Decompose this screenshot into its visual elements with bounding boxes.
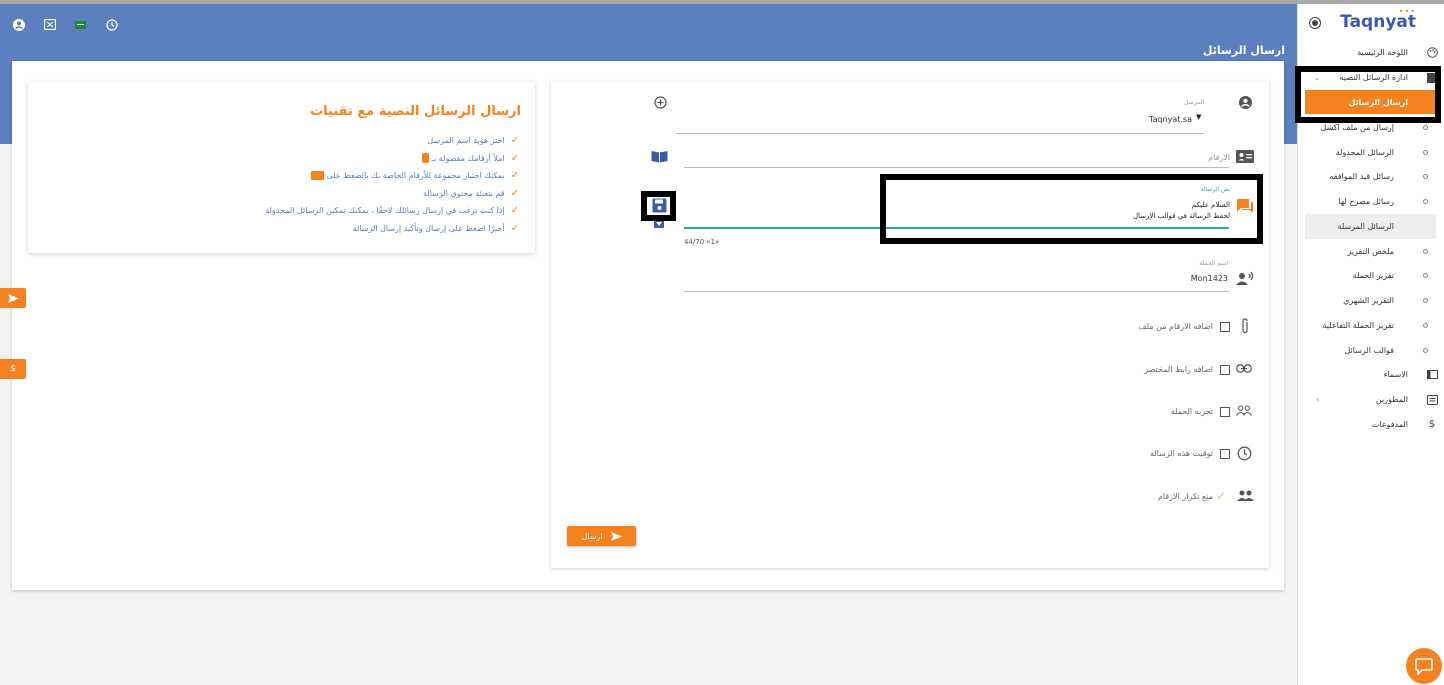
check-icon: ✓ (510, 187, 519, 199)
schedule-message-checkbox[interactable] (1220, 449, 1230, 459)
contacts-book-icon (1426, 369, 1438, 381)
check-icon: ✓ (510, 152, 519, 164)
chat-icon (1415, 657, 1433, 675)
add-short-link-checkbox[interactable] (1220, 365, 1230, 375)
sidebar-item-interactive-report[interactable]: تقرير الحملة التفاعلية (1298, 313, 1444, 338)
list-item: ✓ املأ أرقامك مفصولة بـ (265, 150, 519, 168)
paperclip-icon (1237, 318, 1253, 334)
group-icon (1236, 402, 1252, 418)
campaign-input[interactable]: Mon1423 (1150, 274, 1228, 283)
bullet-icon (1423, 174, 1428, 179)
sender-label: المرسل (1184, 99, 1204, 106)
sidebar-item-sent[interactable]: الرسائل المرسلة (1305, 214, 1436, 239)
sidebar-item-payments[interactable]: المدفوعات $ (1298, 412, 1444, 437)
send-icon (610, 531, 622, 541)
chevron-left-icon: ‹ (1316, 394, 1320, 405)
instructions-title: ارسال الرسائل النصية مع تقنيات (310, 104, 521, 119)
api-icon (1426, 394, 1438, 406)
add-from-file-checkbox[interactable] (1220, 322, 1230, 332)
highlight-box-message (880, 174, 1263, 244)
instructions-list: ✓ اختر هوية اسم المرسل ✓ املأ أرقامك مفصول… (265, 132, 519, 237)
link-icon (1236, 360, 1252, 376)
add-circle-icon[interactable] (652, 94, 668, 110)
bullet-icon (1423, 323, 1428, 328)
check-icon: ✓ (510, 170, 519, 182)
sidebar-item-approved[interactable]: رسائل مصرح لها (1298, 189, 1444, 214)
sidebar-item-pending[interactable]: رسائل قيد الموافقه (1298, 164, 1444, 189)
page-title: ارسال الرسائل (1202, 44, 1285, 57)
contacts-book-icon[interactable] (650, 148, 668, 164)
clock-icon (1236, 445, 1252, 461)
bullet-icon (1423, 249, 1428, 254)
send-icon (7, 293, 19, 303)
numbers-underline (684, 167, 1229, 168)
sidebar-item-dashboard[interactable]: اللوحة الرئيسية (1298, 40, 1444, 65)
check-icon: ✓ (510, 222, 519, 234)
char-counter: 44/70 ‎«1» (684, 238, 720, 246)
sidebar-item-templates[interactable]: قوالب الرسائل (1298, 338, 1444, 363)
contact-card-icon (1235, 148, 1255, 164)
record-voice-icon (1235, 270, 1255, 286)
sidebar-toggle-radio[interactable] (1312, 20, 1318, 26)
check-icon: ✓ (510, 205, 519, 217)
sidebar-item-scheduled[interactable]: الرسائل المجدولة (1298, 140, 1444, 165)
logo[interactable]: Taqnyat (1340, 12, 1416, 32)
dollar-icon: $ (1428, 419, 1436, 430)
sender-underline (676, 133, 1204, 134)
bullet-icon (1423, 273, 1428, 278)
sidebar-item-report-summary[interactable]: ملخص التقرير (1298, 239, 1444, 264)
list-item: ✓ قم بتعبئة محتوى الرسالة (423, 187, 519, 199)
sender-select[interactable]: Taqnyat.sa (1100, 115, 1192, 124)
phone-icon (421, 153, 429, 164)
people-icon (1236, 487, 1254, 503)
list-item: ✓ يمكنك اختيار مجموعة للأرقام الخاصة بك ب… (265, 167, 519, 185)
send-button-label: ارسال (581, 531, 603, 541)
user-icon[interactable] (12, 18, 25, 31)
dropdown-arrow-icon[interactable]: ▼ (1196, 113, 1201, 121)
instructions-card: ارسال الرسائل النصية مع تقنيات ✓ اختر هوي… (28, 82, 535, 253)
send-side-tab[interactable] (0, 288, 26, 308)
dollar-label: $ (10, 364, 16, 374)
add-short-link-label: اضافه رابط المختصر (1144, 365, 1213, 374)
check-icon: ✓ (510, 135, 519, 147)
bullet-icon (1423, 348, 1428, 353)
list-item: ✓ اختر هوية اسم المرسل (427, 135, 519, 147)
prevent-duplicates-check-icon[interactable]: ✓ (1216, 489, 1226, 503)
sidebar-item-monthly-report[interactable]: التقرير الشهري (1298, 288, 1444, 313)
sidebar-item-campaign-report[interactable]: تقرير الحملة (1298, 263, 1444, 288)
highlight-box-save (641, 191, 676, 221)
clock-icon[interactable] (105, 18, 118, 31)
contacts-book-icon (310, 171, 324, 181)
bullet-icon (1423, 298, 1428, 303)
schedule-message-label: توقيت هذه الرساله (1149, 449, 1213, 458)
highlight-box-sidebar (1295, 66, 1441, 123)
payments-side-tab[interactable]: $ (0, 359, 26, 379)
campaign-test-checkbox[interactable] (1220, 407, 1230, 417)
bullet-icon (1423, 125, 1428, 130)
bullet-icon (1423, 150, 1428, 155)
numbers-input[interactable]: الارقام (1150, 153, 1230, 162)
sidebar-item-contacts[interactable]: الاسماء (1298, 362, 1444, 387)
chat-support-button[interactable] (1406, 648, 1442, 684)
campaign-label: اسم الحملة (1199, 260, 1228, 267)
list-item: ✓ أخيرًا اضغط على إرسال وتأكيد إرسال الرس… (352, 222, 519, 234)
language-flag-icon[interactable] (74, 18, 87, 31)
send-button[interactable]: ارسال (567, 526, 636, 546)
campaign-test-label: تجربه الحملة (1170, 407, 1213, 416)
list-item: ✓ إذا كنت ترغب في إرسال رسائلك لاحقًا ، ي… (265, 205, 519, 217)
campaign-underline (684, 291, 1229, 292)
download-icon[interactable] (654, 220, 664, 228)
palette-icon (1426, 47, 1438, 59)
prevent-duplicates-label: منع تكرار الارقام (1157, 492, 1213, 501)
add-from-file-label: اضافه الارقام من ملف (1138, 322, 1213, 331)
sidebar-item-developers[interactable]: ‹ المطورين (1298, 387, 1444, 412)
fullscreen-icon[interactable] (43, 18, 56, 31)
bullet-icon (1423, 199, 1428, 204)
account-circle-icon (1237, 94, 1253, 110)
